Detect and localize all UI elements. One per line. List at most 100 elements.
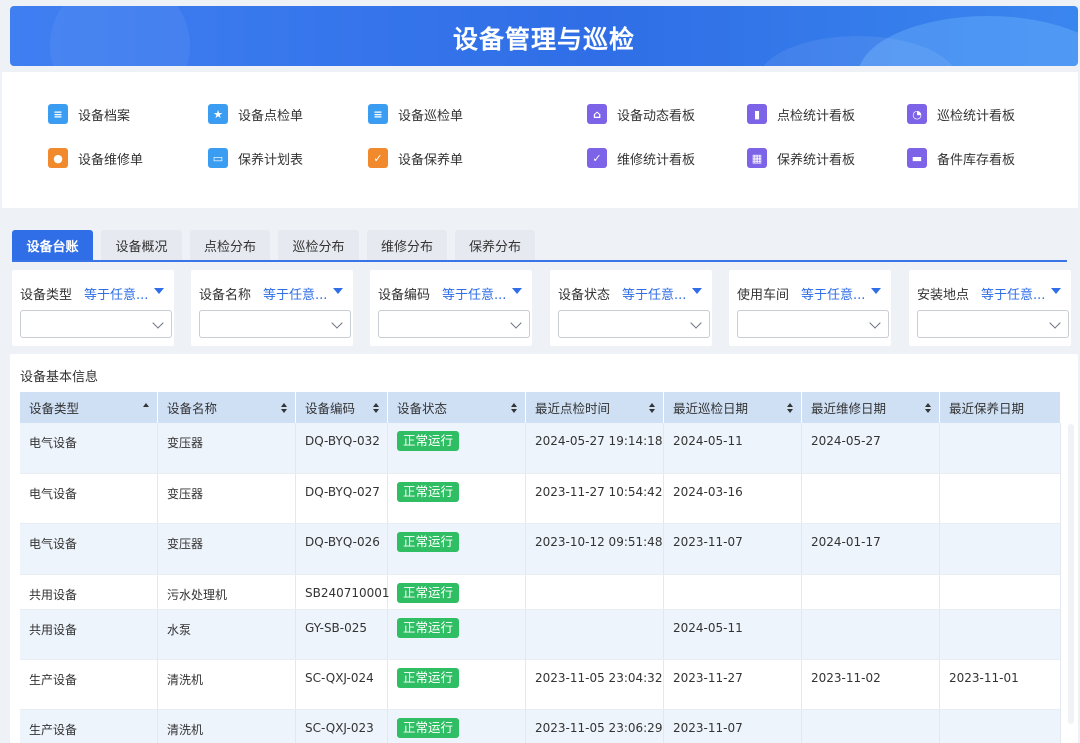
- caret-down-icon[interactable]: [154, 288, 164, 294]
- filter-select[interactable]: [20, 310, 172, 338]
- menu-item[interactable]: ≡ 设备巡检单: [368, 102, 463, 126]
- filter-operator[interactable]: 等于任意...: [84, 284, 148, 303]
- table-cell: [940, 610, 1061, 659]
- caret-down-icon[interactable]: [333, 288, 343, 294]
- sort-icon[interactable]: [143, 403, 149, 413]
- table-row[interactable]: 生产设备 清洗机 SC-QXJ-023 正常运行 2023-11-05 23:06:29…: [20, 710, 1061, 743]
- filter-operator[interactable]: 等于任意...: [622, 284, 686, 303]
- table-cell: SC-QXJ-023: [296, 710, 388, 743]
- table-cell: 电气设备: [20, 423, 158, 473]
- sort-icon[interactable]: [281, 403, 287, 413]
- tab-2[interactable]: 点检分布: [190, 230, 270, 260]
- menu-item[interactable]: ▮ 点检统计看板: [747, 102, 855, 126]
- equipment-table-panel: 设备基本信息 设备类型 设备名称 设备编码 设备状态 最近点检时间 最近巡检日期 最近维修日…: [10, 354, 1078, 743]
- sort-icon[interactable]: [373, 403, 379, 413]
- table-cell: 2024-01-17: [802, 524, 940, 574]
- sort-icon[interactable]: [787, 403, 793, 413]
- home-icon: ⌂: [587, 104, 607, 124]
- column-header[interactable]: 最近保养日期: [940, 392, 1061, 423]
- menu-item[interactable]: ✓ 设备保养单: [368, 146, 463, 170]
- column-header[interactable]: 最近点检时间: [526, 392, 664, 423]
- table-cell: [802, 474, 940, 523]
- filter-operator[interactable]: 等于任意...: [801, 284, 865, 303]
- filter-select[interactable]: [199, 310, 351, 338]
- chevron-down-icon: [152, 317, 164, 329]
- tab-5[interactable]: 保养分布: [455, 230, 535, 260]
- column-header[interactable]: 最近巡检日期: [664, 392, 802, 423]
- caret-down-icon[interactable]: [1051, 288, 1061, 294]
- menu-item[interactable]: ● 设备维修单: [48, 146, 143, 170]
- chevron-down-icon: [690, 317, 702, 329]
- table-cell: [526, 610, 664, 659]
- table-scrollbar[interactable]: [1068, 424, 1074, 724]
- table-cell: 清洗机: [158, 710, 296, 743]
- sort-icon[interactable]: [649, 403, 655, 413]
- chevron-down-icon: [510, 317, 522, 329]
- filter-select[interactable]: [737, 310, 889, 338]
- menu-item[interactable]: ★ 设备点检单: [208, 102, 303, 126]
- shield-check-icon: ✓: [587, 148, 607, 168]
- cell-text: 2024-05-27: [811, 434, 881, 448]
- tab-3[interactable]: 巡检分布: [278, 230, 359, 260]
- column-header-label: 最近点检时间: [535, 401, 611, 416]
- filter-select[interactable]: [558, 310, 710, 338]
- filter-label: 设备状态: [558, 288, 611, 303]
- menu-item-label: 保养计划表: [238, 152, 304, 168]
- calendar-icon: ▦: [747, 148, 767, 168]
- table-cell: [940, 524, 1061, 574]
- cell-text: 2023-11-02: [811, 671, 881, 685]
- tab-4[interactable]: 维修分布: [367, 230, 447, 260]
- menu-item[interactable]: ▦ 保养统计看板: [747, 146, 855, 170]
- tab-0[interactable]: 设备台账: [12, 230, 93, 260]
- table-row[interactable]: 共用设备 水泵 GY-SB-025 正常运行 2024-05-11: [20, 610, 1061, 660]
- table-row[interactable]: 生产设备 清洗机 SC-QXJ-024 正常运行 2023-11-05 23:04:32…: [20, 660, 1061, 710]
- cell-text: 共用设备: [29, 588, 78, 602]
- caret-down-icon[interactable]: [692, 288, 702, 294]
- table-cell: GY-SB-025: [296, 610, 388, 659]
- column-header[interactable]: 设备编码: [296, 392, 388, 423]
- menu-item[interactable]: ✓ 维修统计看板: [587, 146, 695, 170]
- filter-label: 使用车间: [737, 288, 790, 303]
- table-cell: [664, 575, 802, 609]
- table-row[interactable]: 电气设备 变压器 DQ-BYQ-032 正常运行 2024-05-27 19:14:18…: [20, 423, 1061, 474]
- sort-icon[interactable]: [511, 403, 517, 413]
- menu-item[interactable]: ◔ 巡检统计看板: [907, 102, 1015, 126]
- cell-text: 2024-05-11: [673, 434, 743, 448]
- wallet-icon: ▭: [208, 148, 228, 168]
- caret-down-icon[interactable]: [871, 288, 881, 294]
- filter-select[interactable]: [917, 310, 1069, 338]
- column-header[interactable]: 最近维修日期: [802, 392, 940, 423]
- table-row[interactable]: 电气设备 变压器 DQ-BYQ-026 正常运行 2023-10-12 09:51:48…: [20, 524, 1061, 575]
- menu-item[interactable]: ▬ 备件库存看板: [907, 146, 1015, 170]
- table-cell: 变压器: [158, 423, 296, 473]
- menu-item-label: 备件库存看板: [937, 152, 1016, 168]
- cell-text: SC-QXJ-024: [305, 671, 374, 685]
- cell-text: 2023-11-07: [673, 721, 743, 735]
- column-header[interactable]: 设备类型: [20, 392, 158, 423]
- sort-icon[interactable]: [925, 403, 931, 413]
- cell-text: 水泵: [167, 623, 192, 637]
- table-row[interactable]: 共用设备 污水处理机 SB240710001 正常运行: [20, 575, 1061, 610]
- table-row[interactable]: 电气设备 变压器 DQ-BYQ-027 正常运行 2023-11-27 10:54:42…: [20, 474, 1061, 524]
- status-badge: 正常运行: [397, 718, 460, 738]
- column-header[interactable]: 设备名称: [158, 392, 296, 423]
- filter-operator[interactable]: 等于任意...: [442, 284, 506, 303]
- cell-text: 2024-01-17: [811, 535, 881, 549]
- column-header[interactable]: 设备状态: [388, 392, 526, 423]
- menu-item[interactable]: ▭ 保养计划表: [208, 146, 303, 170]
- status-badge: 正常运行: [397, 618, 460, 638]
- inbox-icon: ▬: [907, 148, 927, 168]
- cell-text: 2023-10-12 09:51:48: [535, 535, 663, 549]
- cell-text: 2024-05-27 19:14:18: [535, 434, 663, 448]
- filter-select[interactable]: [378, 310, 530, 338]
- caret-down-icon[interactable]: [512, 288, 522, 294]
- filter-operator[interactable]: 等于任意...: [981, 284, 1045, 303]
- cell-text: 清洗机: [167, 723, 204, 737]
- tab-1[interactable]: 设备概况: [101, 230, 182, 260]
- menu-item[interactable]: ⌂ 设备动态看板: [587, 102, 695, 126]
- table-cell: 2024-05-27 19:14:18: [526, 423, 664, 473]
- filter-card: 设备编码 等于任意...: [370, 270, 532, 346]
- cell-text: 2024-05-11: [673, 621, 743, 635]
- menu-item[interactable]: ≡ 设备档案: [48, 102, 130, 126]
- filter-operator[interactable]: 等于任意...: [263, 284, 327, 303]
